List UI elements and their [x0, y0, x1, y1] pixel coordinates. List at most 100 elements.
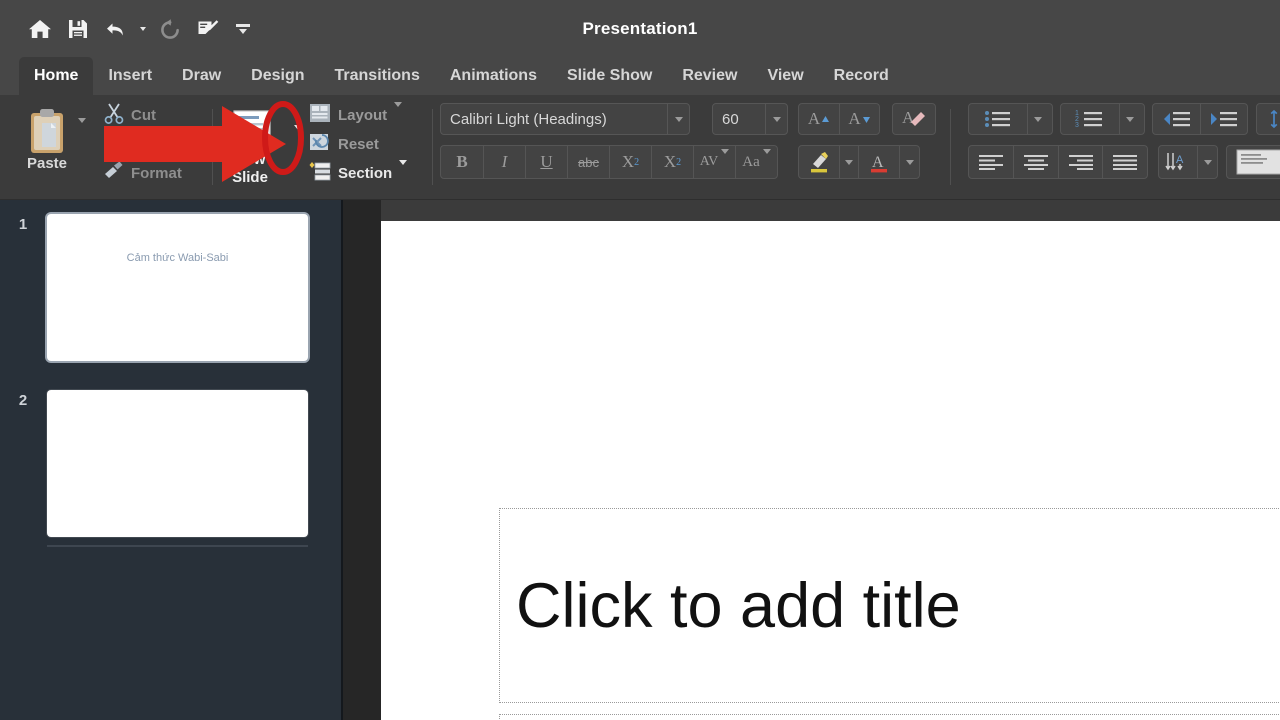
tab-slide-show[interactable]: Slide Show: [552, 57, 667, 95]
underline-button[interactable]: U: [525, 146, 567, 178]
tab-draw[interactable]: Draw: [167, 57, 236, 95]
decrease-font-size-button[interactable]: A: [839, 104, 879, 134]
paste-button[interactable]: [16, 101, 82, 193]
ribbon-home: Paste Cut Copy Format New Slide Layout R…: [0, 95, 1280, 200]
tab-home[interactable]: Home: [19, 57, 94, 95]
undo-icon[interactable]: [98, 11, 134, 47]
powerpoint-window: Presentation1 Home Insert Draw Design Tr…: [0, 0, 1280, 720]
customize-quick-access-icon[interactable]: [228, 11, 258, 47]
text-direction-control: A: [1158, 145, 1218, 179]
superscript-button[interactable]: X2: [609, 146, 651, 178]
thumbnail-canvas-2[interactable]: [47, 390, 308, 537]
tab-view[interactable]: View: [752, 57, 818, 95]
format-painter-label: Format: [131, 165, 182, 182]
copy-button[interactable]: Copy: [100, 130, 186, 159]
title-bar: Presentation1: [0, 0, 1280, 57]
font-name-dropdown-icon[interactable]: [667, 104, 689, 134]
layout-button[interactable]: Layout: [306, 101, 405, 130]
svg-text:3: 3: [1075, 122, 1079, 129]
font-size-combo[interactable]: 60: [712, 103, 788, 135]
tab-design[interactable]: Design: [236, 57, 319, 95]
font-color-dropdown-icon[interactable]: [899, 146, 919, 178]
clear-formatting-button[interactable]: A: [892, 103, 936, 135]
section-dropdown-icon[interactable]: [399, 159, 408, 183]
decrease-indent-button[interactable]: [1153, 104, 1200, 134]
layout-icon: [309, 103, 331, 128]
copy-dropdown-icon[interactable]: [174, 130, 183, 154]
tab-review[interactable]: Review: [667, 57, 752, 95]
text-direction-dropdown-icon[interactable]: [1197, 146, 1217, 178]
tab-transitions[interactable]: Transitions: [320, 57, 435, 95]
bold-button[interactable]: B: [441, 146, 483, 178]
thumbnail-title-1: Cảm thức Wabi-Sabi: [126, 252, 229, 264]
font-color-button[interactable]: A: [859, 146, 899, 178]
reset-button[interactable]: Reset: [306, 130, 382, 159]
justify-button[interactable]: [1102, 146, 1147, 178]
title-placeholder[interactable]: Click to add title: [499, 508, 1280, 703]
section-button[interactable]: Section: [306, 159, 410, 188]
slide-thumbnail-panel[interactable]: 1 Cảm thức Wabi-Sabi 2: [0, 200, 341, 720]
change-case-button[interactable]: Aa: [735, 146, 777, 178]
align-left-button[interactable]: [969, 146, 1013, 178]
font-size-dropdown-icon[interactable]: [765, 104, 787, 134]
alignment-control: [968, 145, 1148, 179]
increase-indent-button[interactable]: [1200, 104, 1247, 134]
align-text-button[interactable]: [1227, 146, 1280, 178]
format-painter-icon: [103, 160, 125, 187]
tab-record[interactable]: Record: [819, 57, 904, 95]
slide-number-2: 2: [18, 392, 28, 409]
slide-edit-canvas[interactable]: Click to add title Click to add text: [381, 221, 1280, 720]
bullets-button[interactable]: [969, 104, 1027, 134]
font-color-toolbar: A: [798, 145, 920, 179]
paragraph-group: 1 2 3 A: [960, 95, 1280, 200]
thumbnail-canvas-1[interactable]: Cảm thức Wabi-Sabi: [47, 214, 308, 361]
bullets-dropdown-icon[interactable]: [1027, 104, 1047, 134]
body-placeholder[interactable]: Click to add text: [499, 714, 1280, 720]
cut-button[interactable]: Cut: [100, 101, 159, 130]
font-name-value: Calibri Light (Headings): [450, 110, 607, 128]
align-text-control: [1226, 145, 1280, 179]
clipboard-group: Paste: [8, 95, 96, 200]
save-icon[interactable]: [60, 11, 96, 47]
italic-button[interactable]: I: [483, 146, 525, 178]
font-style-toolbar: B I U abc X2 X2 AV Aa: [440, 145, 778, 179]
tab-animations[interactable]: Animations: [435, 57, 552, 95]
text-direction-button[interactable]: A: [1159, 146, 1197, 178]
new-slide-label: New Slide: [232, 151, 268, 186]
undo-dropdown-icon[interactable]: [136, 11, 150, 47]
format-painter-button[interactable]: Format: [100, 159, 185, 188]
ribbon-tabs: Home Insert Draw Design Transitions Anim…: [0, 57, 1280, 95]
align-center-button[interactable]: [1013, 146, 1058, 178]
slides-commands-group: Layout Reset Section: [306, 95, 431, 200]
tab-insert[interactable]: Insert: [93, 57, 167, 95]
line-spacing-button[interactable]: [1257, 104, 1280, 134]
text-highlight-color-button[interactable]: [799, 146, 839, 178]
text-highlight-dropdown-icon[interactable]: [839, 146, 859, 178]
font-name-combo[interactable]: Calibri Light (Headings): [440, 103, 690, 135]
cut-icon: [103, 102, 125, 129]
subscript-button[interactable]: X2: [651, 146, 693, 178]
clear-formatting-icon: A: [901, 106, 927, 133]
copy-label: Copy: [131, 136, 169, 153]
home-icon[interactable]: [22, 11, 58, 47]
numbering-button[interactable]: 1 2 3: [1061, 104, 1119, 134]
panel-gutter: [341, 200, 381, 720]
numbering-dropdown-icon[interactable]: [1119, 104, 1139, 134]
strikethrough-button[interactable]: abc: [567, 146, 609, 178]
character-spacing-button[interactable]: AV: [693, 146, 735, 178]
indent-control: [1152, 103, 1248, 135]
font-size-value: 60: [722, 110, 739, 128]
align-right-button[interactable]: [1057, 146, 1103, 178]
quick-access-toolbar: [0, 11, 258, 47]
change-case-dropdown-icon[interactable]: [762, 148, 771, 171]
line-spacing-control: [1256, 103, 1280, 135]
new-slide-group: New Slide: [216, 95, 302, 200]
start-inking-icon[interactable]: [190, 11, 226, 47]
redo-icon: [152, 11, 188, 47]
paste-dropdown-icon[interactable]: [78, 118, 86, 141]
increase-font-size-button[interactable]: A: [799, 104, 839, 134]
layout-dropdown-icon[interactable]: [394, 101, 403, 125]
cut-label: Cut: [131, 107, 156, 124]
bullets-control: [968, 103, 1053, 135]
character-spacing-dropdown-icon[interactable]: [721, 149, 730, 170]
